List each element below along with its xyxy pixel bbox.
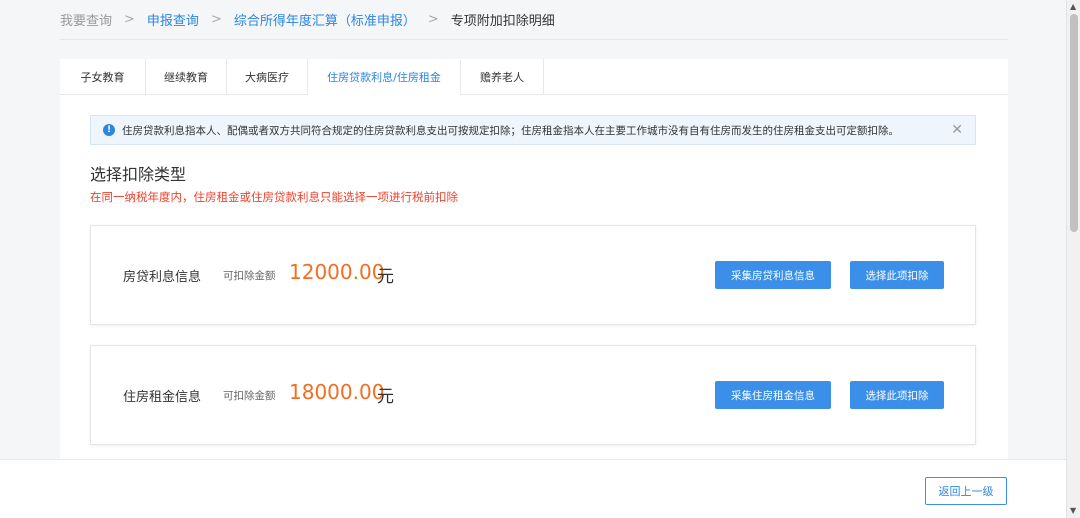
collect-mortgage-info-button[interactable]: 采集房贷利息信息: [715, 261, 831, 289]
info-notice: ! 住房贷款利息指本人、配偶或者双方共同符合规定的住房贷款利息支出可按规定扣除；…: [90, 115, 976, 145]
breadcrumb-separator: >: [210, 12, 222, 27]
tab-serious-illness[interactable]: 大病医疗: [227, 59, 308, 95]
housing-rent-card: 住房租金信息 可扣除金额 18000.00 元 采集住房租金信息 选择此项扣除: [90, 345, 976, 445]
scroll-down-icon[interactable]: ▼: [1070, 506, 1076, 515]
tab-bar: 子女教育 继续教育 大病医疗 住房贷款利息/住房租金 赡养老人: [60, 59, 1008, 96]
breadcrumb-separator: >: [427, 12, 439, 27]
tab-housing-loan-rent[interactable]: 住房贷款利息/住房租金: [308, 60, 461, 96]
tab-continuing-education[interactable]: 继续教育: [146, 59, 227, 95]
breadcrumb-declaration-query[interactable]: 申报查询: [147, 10, 199, 29]
card-name: 住房租金信息: [123, 390, 202, 405]
amount-label: 可扣除金额: [223, 390, 276, 402]
vertical-scrollbar[interactable]: ▲ ▼: [1066, 0, 1080, 518]
section-title: 选择扣除类型: [90, 165, 187, 184]
close-icon[interactable]: ✕: [951, 122, 963, 138]
amount-value: 12000.00: [289, 260, 385, 284]
breadcrumb: 我要查询 > 申报查询 > 综合所得年度汇算（标准申报） > 专项附加扣除明细: [60, 0, 1008, 40]
breadcrumb-annual-settlement[interactable]: 综合所得年度汇算（标准申报）: [234, 10, 416, 29]
card-name: 房贷利息信息: [123, 270, 202, 285]
amount-unit: 元: [377, 387, 394, 407]
footer-bar: 返回上一级: [0, 459, 1066, 518]
collect-rent-info-button[interactable]: 采集住房租金信息: [715, 381, 831, 409]
amount-value: 18000.00: [289, 380, 385, 404]
amount-unit: 元: [377, 267, 394, 287]
main-panel: 子女教育 继续教育 大病医疗 住房贷款利息/住房租金 赡养老人 ! 住房贷款利息…: [60, 59, 1008, 479]
mortgage-interest-card: 房贷利息信息 可扣除金额 12000.00 元 采集房贷利息信息 选择此项扣除: [90, 225, 976, 325]
scrollbar-thumb[interactable]: [1070, 14, 1078, 232]
breadcrumb-current-page: 专项附加扣除明细: [450, 14, 555, 29]
amount-label: 可扣除金额: [223, 270, 276, 282]
notice-text: 住房贷款利息指本人、配偶或者双方共同符合规定的住房贷款利息支出可按规定扣除；住房…: [122, 124, 899, 137]
info-icon: !: [103, 124, 115, 136]
back-button[interactable]: 返回上一级: [925, 477, 1007, 505]
breadcrumb-separator: >: [124, 12, 135, 27]
breadcrumb-my-query[interactable]: 我要查询: [60, 10, 112, 29]
select-mortgage-deduction-button[interactable]: 选择此项扣除: [850, 261, 944, 289]
tab-child-education[interactable]: 子女教育: [60, 59, 146, 95]
tab-elderly-support[interactable]: 赡养老人: [461, 59, 544, 95]
section-warning: 在同一纳税年度内，住房租金或住房贷款利息只能选择一项进行税前扣除: [90, 190, 458, 204]
select-rent-deduction-button[interactable]: 选择此项扣除: [850, 381, 944, 409]
scroll-up-icon[interactable]: ▲: [1070, 2, 1076, 11]
